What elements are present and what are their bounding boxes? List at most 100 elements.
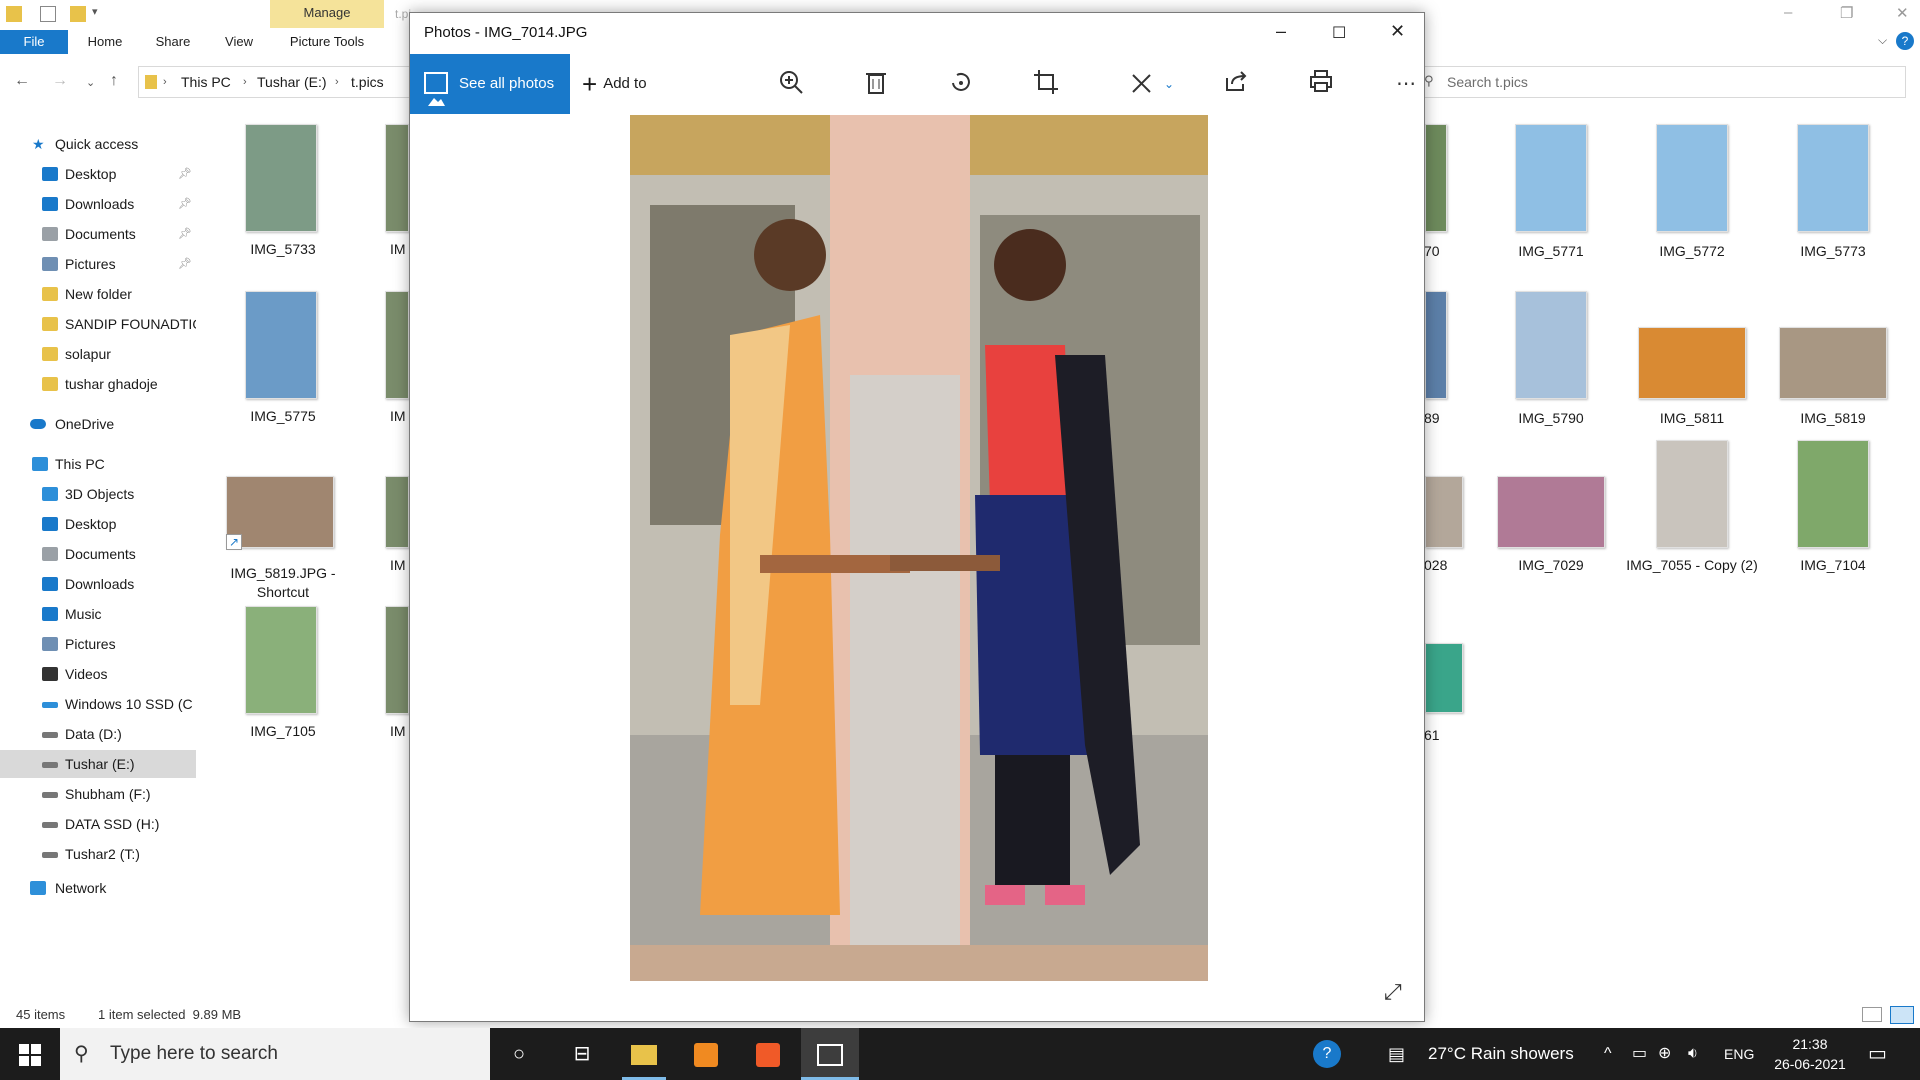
sublime-text-taskbar-icon[interactable] — [684, 1028, 728, 1080]
file-name[interactable]: IM — [390, 556, 410, 575]
pin-icon[interactable]: 📌︎ — [178, 190, 192, 218]
print-icon[interactable] — [1306, 69, 1336, 99]
file-thumbnail[interactable] — [385, 124, 409, 232]
new-folder-icon[interactable] — [70, 6, 86, 22]
back-icon[interactable]: ← — [14, 72, 30, 90]
nav-quick-item[interactable]: New folder — [0, 280, 196, 308]
nav-pc-item[interactable]: Pictures — [0, 630, 196, 658]
breadcrumb-folder[interactable]: t.pics — [351, 67, 384, 97]
language-indicator[interactable]: ENG — [1724, 1028, 1754, 1080]
close-icon[interactable]: ✕ — [1896, 4, 1909, 22]
nav-quick-item[interactable]: solapur — [0, 340, 196, 368]
tab-view[interactable]: View — [218, 30, 260, 54]
file-thumbnail[interactable] — [1425, 643, 1463, 713]
tab-file[interactable]: File — [0, 30, 68, 54]
chevron-up-icon[interactable]: ^ — [1604, 1028, 1612, 1080]
file-name[interactable]: IMG_5775 — [213, 407, 353, 426]
fullscreen-icon[interactable]: ⤢ — [1384, 979, 1402, 1005]
tab-home[interactable]: Home — [82, 30, 128, 54]
nav-pc-item[interactable]: Downloads — [0, 570, 196, 598]
nav-quick-item[interactable]: Documents 📌︎ — [0, 220, 196, 248]
breadcrumb-drive[interactable]: Tushar (E:) — [257, 67, 327, 97]
nav-pc-item[interactable]: DATA SSD (H:) — [0, 810, 196, 838]
help-icon[interactable]: ? — [1896, 32, 1914, 50]
nav-pc-item[interactable]: Data (D:) — [0, 720, 196, 748]
file-thumbnail[interactable] — [245, 291, 317, 399]
file-thumbnail[interactable] — [1425, 476, 1463, 548]
file-thumbnail[interactable] — [1425, 124, 1447, 232]
battery-icon[interactable]: ▭ — [1632, 1028, 1647, 1080]
file-thumbnail[interactable] — [1515, 291, 1587, 399]
file-name[interactable]: IMG_5819.JPG - Shortcut — [213, 564, 353, 602]
restore-icon[interactable]: ❐ — [1840, 4, 1853, 22]
nav-quick-item[interactable]: Pictures 📌︎ — [0, 250, 196, 278]
file-thumbnail[interactable] — [1515, 124, 1587, 232]
see-all-photos-button[interactable]: See all photos — [410, 54, 570, 114]
minimize-icon[interactable]: – — [1784, 4, 1792, 21]
file-thumbnail[interactable] — [1797, 124, 1869, 232]
file-thumbnail[interactable] — [385, 606, 409, 714]
file-thumbnail[interactable] — [1656, 440, 1728, 548]
nav-quick-item[interactable]: Desktop 📌︎ — [0, 160, 196, 188]
file-thumbnail[interactable] — [245, 606, 317, 714]
crop-icon[interactable] — [1031, 69, 1061, 99]
nav-pc-item[interactable]: 3D Objects — [0, 480, 196, 508]
file-thumbnail[interactable] — [1797, 440, 1869, 548]
close-icon[interactable]: ✕ — [1390, 21, 1405, 42]
windows-start-icon[interactable] — [14, 1028, 46, 1080]
search-input[interactable]: Search t.pics — [1420, 66, 1906, 98]
file-thumbnail[interactable] — [1656, 124, 1728, 232]
nav-pc-item[interactable]: Documents — [0, 540, 196, 568]
details-view-icon[interactable] — [1862, 1007, 1882, 1022]
cortana-icon[interactable]: ○ — [503, 1028, 535, 1080]
rotate-icon[interactable] — [946, 69, 976, 99]
file-name[interactable]: IM — [390, 722, 410, 741]
nav-network[interactable]: Network — [0, 874, 196, 902]
nav-pc-item[interactable]: Music — [0, 600, 196, 628]
nav-pc-item[interactable]: Desktop — [0, 510, 196, 538]
share-icon[interactable] — [1221, 69, 1251, 99]
file-name[interactable]: IM — [390, 407, 410, 426]
file-name[interactable]: IMG_7104 — [1763, 556, 1903, 575]
zoom-icon[interactable] — [776, 69, 806, 99]
nav-this-pc[interactable]: This PC — [0, 450, 196, 478]
nav-quick-item[interactable]: Downloads 📌︎ — [0, 190, 196, 218]
nav-quick-item[interactable]: tushar ghadoje — [0, 370, 196, 398]
properties-icon[interactable] — [40, 6, 56, 22]
file-name[interactable]: 70 — [1424, 242, 1454, 261]
file-thumbnail[interactable] — [245, 124, 317, 232]
file-name[interactable]: IMG_5819 — [1763, 409, 1903, 428]
pin-icon[interactable]: 📌︎ — [178, 160, 192, 188]
task-view-icon[interactable]: ⊟ — [566, 1028, 598, 1080]
file-name[interactable]: IMG_7029 — [1481, 556, 1621, 575]
nav-pc-item[interactable]: Tushar (E:) — [0, 750, 196, 778]
nav-quick-item[interactable]: SANDIP FOUNADTIO — [0, 310, 196, 338]
file-explorer-taskbar-icon[interactable] — [622, 1028, 666, 1080]
nav-pc-item[interactable]: Tushar2 (T:) — [0, 840, 196, 868]
photos-taskbar-icon[interactable] — [801, 1028, 859, 1080]
taskbar-search-input[interactable]: ⚲ Type here to search — [60, 1028, 490, 1080]
nav-quick-access[interactable]: ★ Quick access — [0, 130, 196, 158]
large-icons-view-icon[interactable] — [1890, 1006, 1914, 1024]
file-name[interactable]: IM — [390, 240, 410, 259]
weather-text[interactable]: 27°C Rain showers — [1428, 1028, 1574, 1080]
file-name[interactable]: IMG_5773 — [1763, 242, 1903, 261]
tab-share[interactable]: Share — [150, 30, 196, 54]
file-thumbnail[interactable] — [1638, 327, 1746, 399]
file-name[interactable]: 61 — [1424, 726, 1454, 745]
nav-pc-item[interactable]: Windows 10 SSD (C — [0, 690, 196, 718]
file-name[interactable]: IMG_5733 — [213, 240, 353, 259]
file-name[interactable]: IMG_5790 — [1481, 409, 1621, 428]
file-thumbnail[interactable] — [385, 476, 409, 548]
file-name[interactable]: IMG_7055 - Copy (2) — [1622, 556, 1762, 575]
file-name[interactable]: 028 — [1424, 556, 1454, 575]
xampp-taskbar-icon[interactable] — [746, 1028, 790, 1080]
pin-icon[interactable]: 📌︎ — [178, 220, 192, 248]
minimize-icon[interactable]: – — [1276, 21, 1286, 42]
nav-pc-item[interactable]: Videos — [0, 660, 196, 688]
more-options-icon[interactable]: ⋯ — [1391, 69, 1421, 99]
customize-qat-icon[interactable]: ▾ — [92, 5, 98, 18]
forward-icon[interactable]: → — [52, 72, 68, 90]
help-icon[interactable]: ? — [1313, 1040, 1341, 1068]
volume-icon[interactable]: 🔉︎ — [1688, 1028, 1698, 1080]
